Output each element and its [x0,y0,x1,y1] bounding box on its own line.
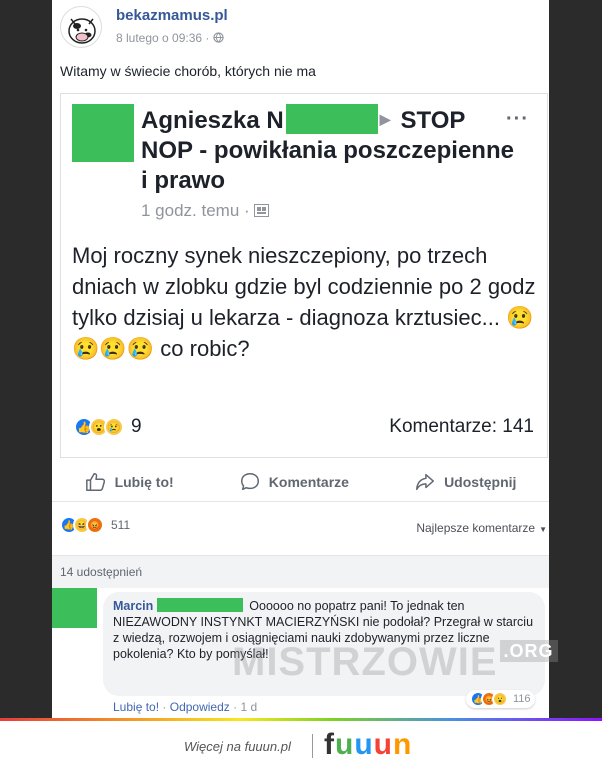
shared-comments-count[interactable]: Komentarze: 141 [389,416,534,438]
logo-letter: f [324,728,335,761]
group-icon [254,204,270,217]
separator-dot: · [162,700,170,714]
chevron-down-icon: ▼ [539,525,547,534]
more-options-icon[interactable]: ··· [506,108,529,131]
separator-dot: · [244,201,255,220]
globe-icon [213,32,224,43]
post-reaction-count: 511 [111,518,131,532]
comment-actions: Lubię to! · Odpowiedz · 1 d [113,700,257,714]
footer [0,721,602,765]
watermark: MISTRZOWIE .ORG [232,640,558,685]
footer-divider [312,734,313,758]
page-avatar[interactable] [60,6,102,48]
like-button[interactable]: Lubię to! [85,471,174,493]
censor-block [285,104,378,134]
shared-post-screenshot: Agnieszka N ▶ STOP NOP - powikłania poszcz… [60,93,548,458]
angry-reaction-icon: 😡 [86,516,104,534]
comment-icon [240,472,259,490]
sad-reaction-icon: 😢 [104,417,124,437]
share-icon [416,473,435,490]
logo-letter: n [392,728,413,761]
comment-reactions[interactable]: 👍 😡 😮 116 [466,690,535,708]
comment-like-link[interactable]: Lubię to! [113,700,159,714]
separator-dot: · [205,31,213,45]
post-actions-bar: Lubię to! Komentarze Udostępnij [52,462,549,502]
comment-reaction-count: 116 [513,693,531,705]
facebook-post: bekazmamus.pl 8 lutego o 09:36 · Witamy … [52,0,558,718]
comment-button[interactable]: Komentarze [239,471,349,493]
share-button[interactable]: Udostępnij [414,471,516,493]
censor-block [157,598,244,612]
shared-reactions[interactable]: 👍 😮 😢 9 [74,416,142,438]
post-reactions[interactable]: 👍 😆 😡 511 [60,516,130,534]
group-name-part1[interactable]: STOP [401,107,466,134]
shared-time-text: 1 godz. temu [141,201,240,220]
share-label: Udostępnij [444,473,517,490]
comment-sort-dropdown[interactable]: Najlepsze komentarze ▼ [416,521,547,535]
shared-post-text: Moj roczny synek nieszczepiony, po trzec… [72,243,536,361]
logo-letter: u [335,728,355,761]
censored-commenter-avatar [52,588,97,628]
shares-count[interactable]: 14 udostępnień [60,565,142,579]
arrow-right-icon: ▶ [379,111,391,127]
shared-post-time: 1 godz. temu · [141,201,270,221]
fuuun-logo[interactable]: fuuun [324,728,412,762]
group-name-part2[interactable]: NOP - powikłania poszczepienne i prawo [141,137,514,194]
watermark-text: MISTRZOWIE [232,640,498,684]
like-label: Lubię to! [114,473,174,490]
comment-age[interactable]: 1 d [240,700,257,714]
more-link[interactable]: Więcej na fuuun.pl [184,739,291,754]
shared-reaction-count: 9 [131,416,142,437]
wow-reaction-icon: 😮 [492,691,508,707]
sort-label: Najlepsze komentarze [416,521,536,535]
thumbs-up-icon [85,472,105,491]
shared-author[interactable]: Agnieszka N [141,107,284,134]
cow-icon [68,18,96,44]
watermark-suffix: .ORG [499,640,558,662]
censored-avatar [72,104,134,162]
comment-author[interactable]: Marcin [113,599,153,613]
page-name[interactable]: bekazmamus.pl [116,7,228,24]
logo-letter: u [373,728,393,761]
shared-post-title: Agnieszka N ▶ STOP NOP - powikłania poszcz… [141,104,521,196]
comment-reply-link[interactable]: Odpowiedz [170,700,230,714]
logo-letter: u [354,728,374,761]
post-date[interactable]: 8 lutego o 09:36 [116,31,202,45]
post-meta: 8 lutego o 09:36 · [116,31,224,45]
post-caption: Witamy w świecie chorób, których nie ma [60,63,316,79]
comment-label: Komentarze [268,473,349,490]
